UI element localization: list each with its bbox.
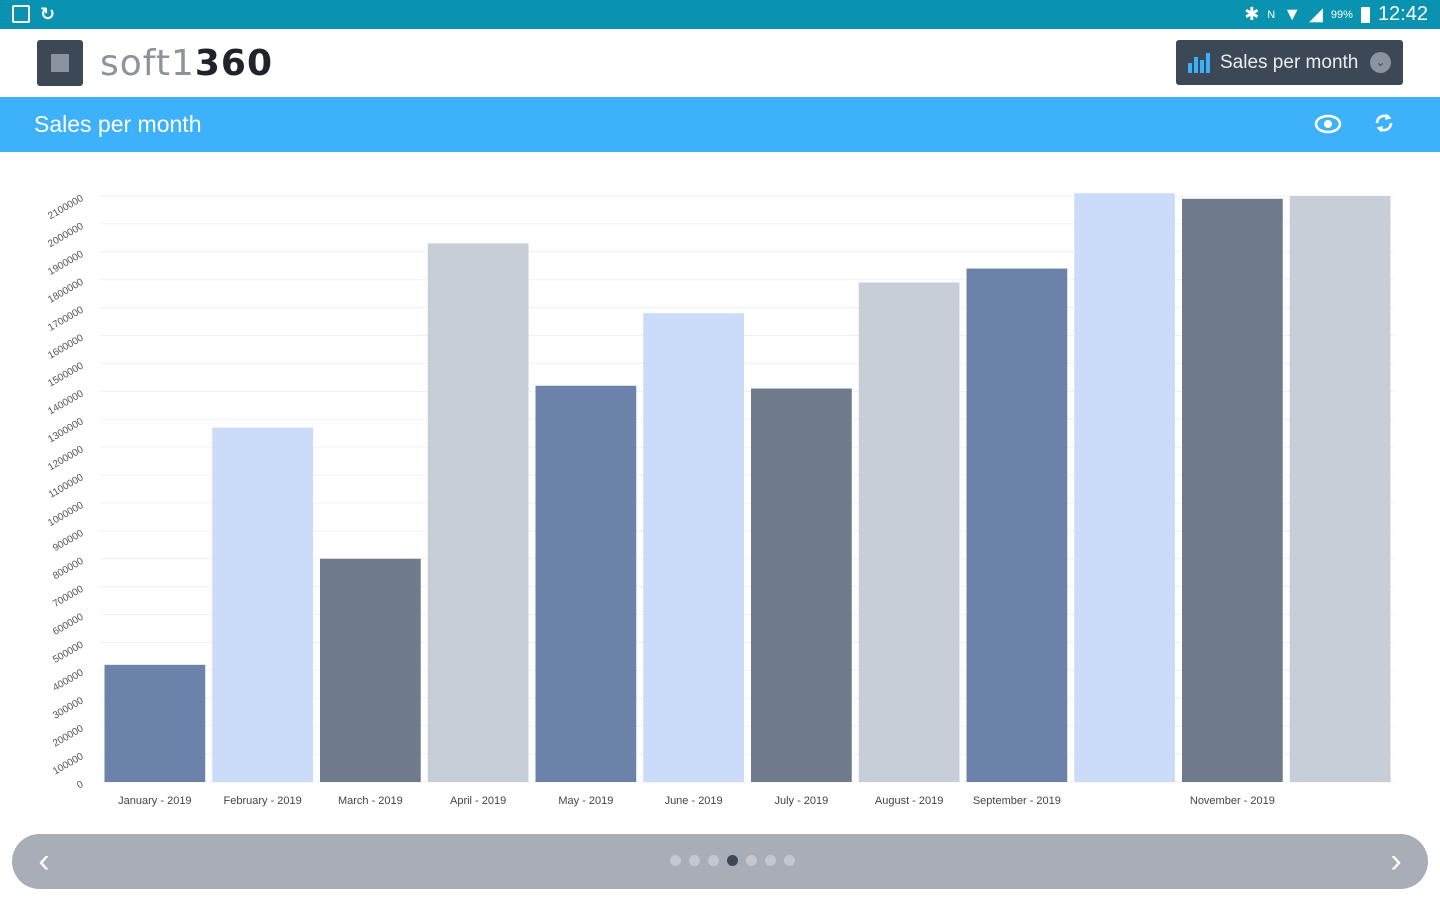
- signal-icon: ◢: [1309, 4, 1323, 24]
- pager-dot[interactable]: [689, 855, 700, 866]
- status-bar: ↻ ✱ N ▼ ◢ 99% 12:42: [0, 0, 1440, 29]
- x-tick-label: July - 2019: [774, 795, 828, 807]
- bar-7[interactable]: [751, 388, 852, 782]
- bar-2[interactable]: [212, 427, 313, 782]
- y-tick-label: 1300000: [46, 416, 86, 445]
- y-tick-label: 1500000: [46, 360, 86, 389]
- section-bar: Sales per month: [0, 97, 1440, 152]
- bluetooth-icon: ✱: [1244, 4, 1260, 24]
- pager-dot[interactable]: [670, 855, 681, 866]
- bar-12[interactable]: [1289, 196, 1391, 782]
- status-time: 12:42: [1377, 3, 1428, 25]
- y-tick-label: 200000: [51, 723, 86, 749]
- x-tick-label: May - 2019: [558, 795, 613, 807]
- y-tick-label: 1100000: [47, 472, 86, 501]
- y-tick-label: 1400000: [46, 388, 86, 417]
- section-title: Sales per month: [34, 111, 202, 137]
- battery-icon: [1360, 6, 1370, 23]
- y-tick-label: 600000: [51, 611, 86, 637]
- x-tick-label: March - 2019: [338, 795, 403, 807]
- pager-dot[interactable]: [746, 855, 757, 866]
- x-tick-label: January - 2019: [118, 795, 191, 807]
- status-right: ✱ N ▼ ◢ 99% 12:42: [1244, 3, 1428, 26]
- x-tick-label: June - 2019: [665, 795, 723, 807]
- nfc-icon: N: [1267, 8, 1276, 21]
- bar-11[interactable]: [1182, 198, 1283, 783]
- x-tick-label: September - 2019: [973, 795, 1061, 807]
- y-tick-label: 1700000: [46, 304, 86, 333]
- chevron-left-icon[interactable]: ‹: [26, 844, 62, 880]
- sync-icon: ↻: [40, 4, 56, 24]
- logo-bold: 360: [194, 43, 273, 84]
- logo-light: soft1: [100, 43, 195, 84]
- y-tick-label: 1600000: [46, 332, 86, 361]
- y-tick-label: 2100000: [46, 193, 86, 222]
- menu-button[interactable]: [37, 40, 83, 86]
- y-tick-label: 900000: [51, 528, 86, 554]
- y-tick-label: 1000000: [46, 500, 86, 529]
- bar-10[interactable]: [1074, 193, 1175, 782]
- y-tick-label: 700000: [51, 584, 86, 610]
- y-tick-label: 1900000: [46, 249, 86, 278]
- x-tick-label: April - 2019: [450, 795, 506, 807]
- y-tick-label: 1200000: [46, 444, 86, 473]
- gallery-icon: [12, 5, 30, 23]
- bar-9[interactable]: [966, 268, 1068, 782]
- bar-6[interactable]: [643, 313, 744, 782]
- pager-dot[interactable]: [784, 855, 795, 866]
- menu-icon: [51, 54, 69, 72]
- report-selector-label: Sales per month: [1220, 51, 1359, 73]
- x-tick-label: February - 2019: [223, 795, 301, 807]
- y-tick-label: 1800000: [46, 277, 86, 306]
- pager-dot[interactable]: [708, 855, 719, 866]
- status-left: ↻: [12, 5, 55, 23]
- app-header: soft1360 Sales per month ⌄: [0, 29, 1440, 97]
- bar-8[interactable]: [858, 282, 960, 782]
- x-tick-label: November - 2019: [1190, 795, 1275, 807]
- app-logo: soft1360: [100, 45, 273, 83]
- x-tick-label: August - 2019: [875, 795, 944, 807]
- sales-bar-chart: 0 100000200000300000400000500000600000700…: [46, 193, 1394, 807]
- y-tick-label: 500000: [51, 639, 86, 665]
- bar-1[interactable]: [104, 664, 206, 782]
- report-selector[interactable]: Sales per month ⌄: [1176, 40, 1403, 85]
- refresh-icon[interactable]: [1372, 111, 1396, 135]
- y-tick-label: 800000: [51, 556, 86, 582]
- bar-4[interactable]: [427, 243, 529, 782]
- bar-5[interactable]: [535, 385, 637, 782]
- chevron-right-icon[interactable]: ›: [1378, 844, 1414, 880]
- eye-icon[interactable]: [1314, 113, 1342, 135]
- pager-dots: [670, 855, 795, 866]
- bar-chart-icon: [1188, 52, 1210, 73]
- battery-percent: 99%: [1330, 8, 1353, 21]
- y-tick-label: 300000: [51, 695, 86, 721]
- pager-dot[interactable]: [727, 855, 738, 866]
- y-tick-label: 400000: [51, 667, 86, 693]
- y-tick-label: 100000: [51, 751, 86, 777]
- y-tick-label: 0: [75, 779, 86, 792]
- bar-3[interactable]: [320, 558, 421, 782]
- pager: ‹ ›: [12, 834, 1428, 889]
- wifi-icon: ▼: [1283, 4, 1302, 24]
- chart-area: 0 100000 200000 300000 400000 500000 600000 700…: [0, 160, 1440, 820]
- pager-dot[interactable]: [765, 855, 776, 866]
- chevron-down-icon: ⌄: [1370, 52, 1391, 73]
- y-tick-label: 2000000: [46, 221, 86, 250]
